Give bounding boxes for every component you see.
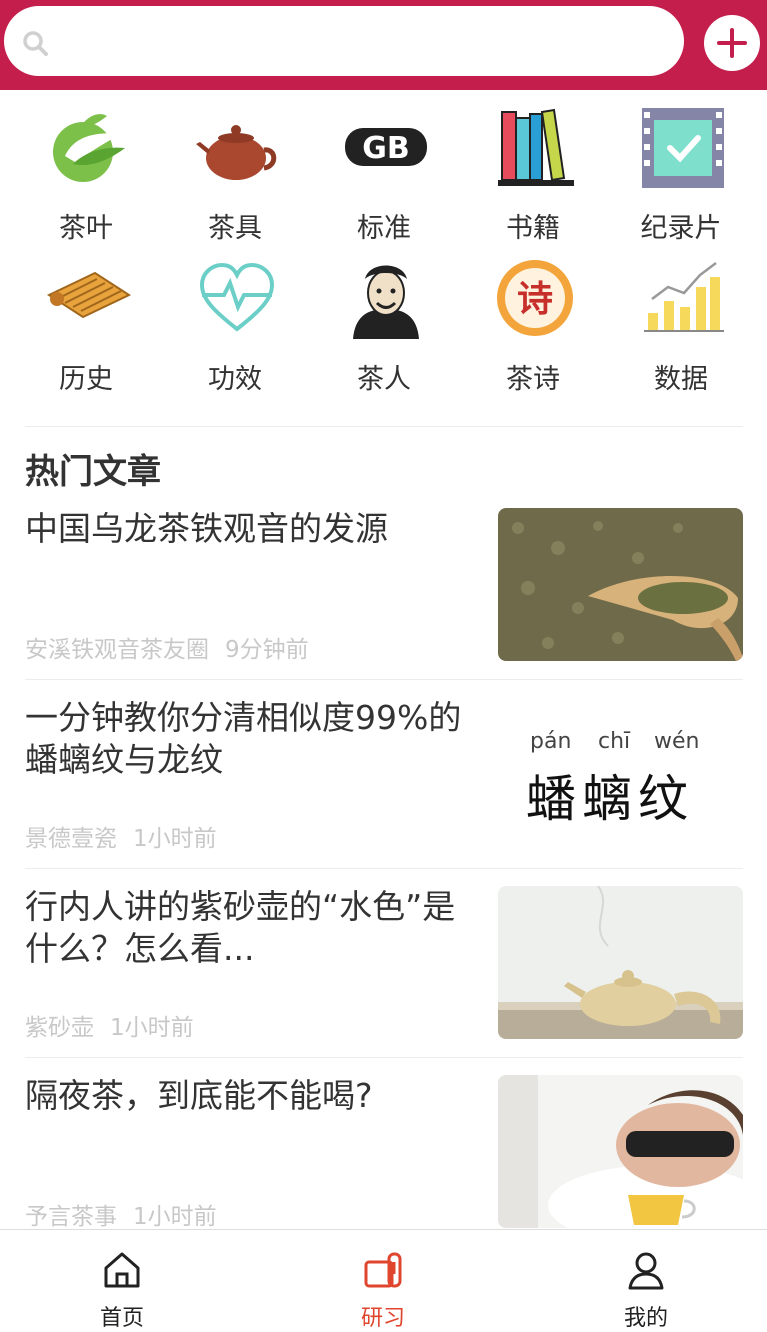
article-item[interactable]: 行内人讲的紫砂壶的“水色”是什么？怎么看... 紫砂壶 1小时前 [0, 886, 767, 1075]
books-icon [498, 108, 574, 186]
article-meta: 紫砂壶 1小时前 [25, 1008, 210, 1042]
thumb-characters: 蟠螭纹 [526, 770, 694, 828]
plus-icon [717, 28, 747, 58]
tab-study[interactable]: 研习 [303, 1230, 463, 1331]
category-grid: 茶叶 茶具 GB 标准 书籍 纪录片 历史 功效 茶人 诗 茶诗 数据 [0, 90, 767, 426]
article-meta: 景德壹瓷 1小时前 [25, 819, 233, 853]
category-standard[interactable]: GB 标准 [310, 90, 458, 244]
svg-text:GB: GB [362, 131, 410, 166]
zisha-teapot-photo [498, 886, 743, 1039]
tab-study-label: 研习 [360, 1306, 405, 1331]
category-data[interactable]: 数据 [607, 241, 755, 395]
panchiwen-calligraphy-image: pán chī wén 蟠螭纹 [498, 697, 743, 850]
poem-seal-icon: 诗 [497, 260, 573, 336]
tea-leaf-icon [53, 114, 125, 182]
user-icon [628, 1252, 664, 1290]
tab-mine[interactable]: 我的 [566, 1230, 726, 1331]
category-tea-people[interactable]: 茶人 [310, 241, 458, 395]
article-time: 1小时前 [110, 1015, 194, 1041]
article-title: 一分钟教你分清相似度99%的蟠螭纹与龙纹 [25, 698, 462, 779]
film-icon [642, 108, 724, 188]
article-time: 1小时前 [133, 1204, 217, 1230]
search-input[interactable] [4, 6, 684, 76]
scroll-icon [46, 271, 131, 319]
article-item[interactable]: 一分钟教你分清相似度99%的蟠螭纹与龙纹 景德壹瓷 1小时前 pán chī wé… [0, 697, 767, 886]
article-divider [25, 679, 743, 680]
tab-home[interactable]: 首页 [42, 1230, 202, 1331]
teapot-icon [196, 125, 277, 180]
study-icon [364, 1252, 402, 1288]
category-tea[interactable]: 茶叶 [12, 90, 160, 244]
portrait-icon [353, 265, 419, 339]
top-bar [0, 0, 767, 90]
section-divider [25, 426, 743, 427]
bottom-tab-bar: 首页 研习 我的 [0, 1229, 767, 1331]
gb-standard-icon: GB [345, 128, 427, 166]
tab-mine-label: 我的 [623, 1306, 668, 1331]
thumb-pinyin: chī [598, 729, 631, 754]
svg-text:诗: 诗 [517, 279, 553, 320]
article-meta: 予言茶事 1小时前 [25, 1197, 233, 1231]
category-tea-poems[interactable]: 诗 茶诗 [459, 241, 607, 395]
article-divider [25, 1057, 743, 1058]
article-item[interactable]: 中国乌龙茶铁观音的发源 安溪铁观音茶友圈 9分钟前 [0, 508, 767, 697]
sleeping-man-tea-photo [498, 1075, 743, 1228]
thumb-pinyin: pán [530, 729, 572, 754]
article-source: 予言茶事 [25, 1204, 117, 1230]
article-title: 隔夜茶，到底能不能喝? [25, 1076, 373, 1115]
heart-pulse-icon [199, 262, 275, 332]
article-source: 景德壹瓷 [25, 826, 117, 852]
article-source: 紫砂壶 [25, 1015, 94, 1041]
article-meta: 安溪铁观音茶友圈 9分钟前 [25, 630, 325, 664]
category-books[interactable]: 书籍 [459, 90, 607, 244]
tea-leaves-scoop-photo [498, 508, 743, 661]
category-teaware[interactable]: 茶具 [161, 90, 309, 244]
search-icon [23, 31, 48, 56]
article-time: 9分钟前 [225, 637, 309, 663]
add-button[interactable] [704, 15, 760, 71]
home-icon [104, 1252, 140, 1288]
category-efficacy[interactable]: 功效 [161, 241, 309, 395]
category-documentary[interactable]: 纪录片 [607, 90, 755, 244]
category-history[interactable]: 历史 [12, 241, 160, 395]
bar-chart-icon [644, 262, 724, 332]
article-source: 安溪铁观音茶友圈 [25, 637, 209, 663]
article-time: 1小时前 [133, 826, 217, 852]
tab-home-label: 首页 [99, 1306, 144, 1331]
article-divider [25, 868, 743, 869]
article-title: 行内人讲的紫砂壶的“水色”是什么？怎么看... [25, 887, 456, 968]
section-title: 热门文章 [25, 452, 161, 492]
thumb-pinyin: wén [654, 729, 700, 754]
article-title: 中国乌龙茶铁观音的发源 [25, 509, 388, 548]
